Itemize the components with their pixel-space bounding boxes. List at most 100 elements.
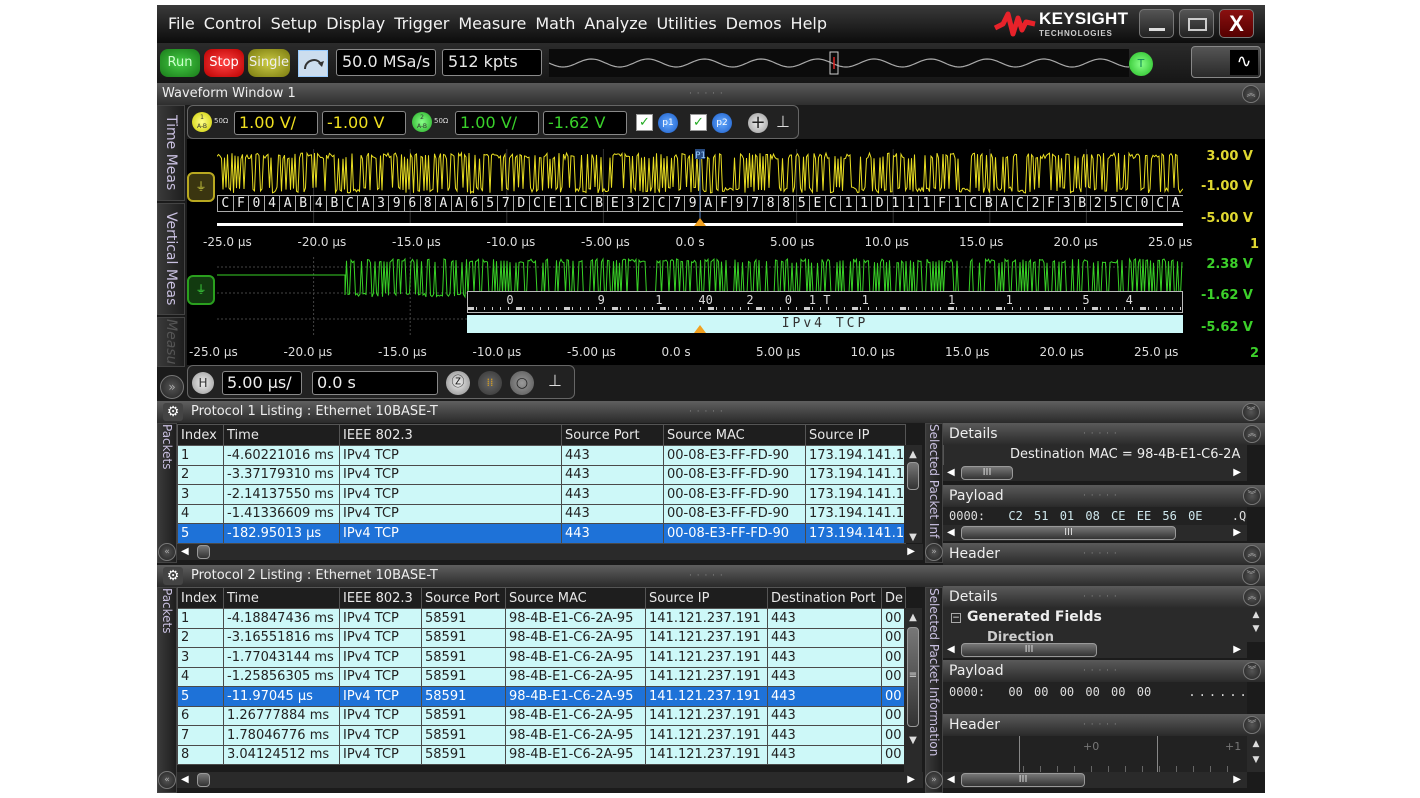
horizontal-badge[interactable]: H — [192, 372, 214, 394]
channel-2-badge[interactable]: 2 A-B — [412, 112, 432, 132]
table-row[interactable]: 2 -3.37179310 ms IPv4 TCP 443 00-08-E3-FF-FD… — [177, 464, 906, 485]
table-row[interactable]: 1 -4.18847436 ms IPv4 TCP 58591 98-4B-E1-C6-… — [177, 608, 906, 629]
channel-1-offset-field[interactable]: -1.00 V — [322, 111, 406, 135]
column-header[interactable]: IEEE 802.3 — [339, 587, 422, 609]
protocol-1-packets-tab[interactable]: Packets — [157, 423, 177, 563]
time-position-field[interactable]: 0.0 s — [312, 371, 438, 395]
menu-file[interactable]: File — [163, 5, 199, 33]
drag-grip[interactable]: · · · · · — [689, 565, 724, 587]
add-icon[interactable]: + — [748, 113, 768, 133]
p1-payload-row[interactable]: 0000: C2 51 01 08 CE EE 56 0E .Q — [943, 507, 1247, 525]
gear-icon[interactable]: ⚙ — [163, 567, 183, 585]
collapse-icon[interactable]: ︽ — [1243, 588, 1261, 606]
probe-2-badge[interactable]: p2 — [712, 113, 732, 133]
menu-demos[interactable]: Demos — [721, 5, 786, 33]
protocol-2-vscroll[interactable]: ▲ ≡ ▼ — [904, 608, 922, 772]
channel-1-scale-field[interactable]: 1.00 V/ — [234, 111, 318, 135]
p2-header-vscroll[interactable]: ▲ ▼ — [1247, 736, 1265, 772]
pin-icon[interactable]: ⊥ — [548, 371, 562, 390]
table-row[interactable]: 4 -1.25856305 ms IPv4 TCP 58591 98-4B-E1-C6-… — [177, 666, 906, 687]
column-header[interactable]: Source Port — [561, 424, 664, 446]
menu-trigger[interactable]: Trigger — [389, 5, 453, 33]
channel-2-scale-field[interactable]: 1.00 V/ — [455, 111, 539, 135]
channel-1-ground-marker[interactable]: ⏚ — [187, 172, 215, 202]
menu-control[interactable]: Control — [199, 5, 266, 33]
probe-2-checkbox[interactable]: ✓ — [690, 114, 707, 131]
menu-analyze[interactable]: Analyze — [579, 5, 651, 33]
menu-display[interactable]: Display — [321, 5, 389, 33]
p2-header-hscroll[interactable]: ◀ III ▶ — [943, 772, 1247, 788]
table-row[interactable]: 2 -3.16551816 ms IPv4 TCP 58591 98-4B-E1-C6-… — [177, 627, 906, 648]
channel-2-offset-field[interactable]: -1.62 V — [543, 111, 627, 135]
gear-icon[interactable]: ⚙ — [163, 403, 183, 421]
table-row[interactable]: 5 -182.95013 µs IPv4 TCP 443 00-08-E3-FF-FD-… — [177, 523, 906, 544]
magnifier-icon[interactable]: ○ — [510, 371, 534, 395]
column-header[interactable]: IEEE 802.3 — [339, 424, 562, 446]
minimize-button[interactable] — [1139, 9, 1174, 38]
p2-details-vscroll[interactable]: ▲ ▼ — [1247, 608, 1265, 642]
p2-details-tree[interactable]: − Generated Fields Direction — [943, 608, 1247, 642]
menu-utilities[interactable]: Utilities — [651, 5, 720, 33]
tree-collapse-icon[interactable]: − — [951, 613, 961, 623]
run-button[interactable]: Run — [160, 49, 200, 77]
expand-icon[interactable]: ︾ — [1243, 662, 1261, 680]
column-header[interactable]: Destination Port — [767, 587, 882, 609]
table-row[interactable]: 3 -2.14137550 ms IPv4 TCP 443 00-08-E3-FF-FD… — [177, 484, 906, 505]
maximize-button[interactable] — [1179, 9, 1214, 38]
column-header[interactable]: Time — [223, 587, 340, 609]
table-row[interactable]: 6 1.26777884 ms IPv4 TCP 58591 98-4B-E1-C6-2… — [177, 705, 906, 726]
p1-details-line[interactable]: Destination MAC = 98-4B-E1-C6-2A — [943, 445, 1247, 465]
table-row[interactable]: 8 3.04124512 ms IPv4 TCP 58591 98-4B-E1-C6-2… — [177, 744, 906, 765]
table-row[interactable]: 4 -1.41336609 ms IPv4 TCP 443 00-08-E3-FF-FD… — [177, 503, 906, 524]
collapse-icon[interactable]: ︽ — [1243, 545, 1261, 563]
protocol-2-hscroll[interactable]: ◀ ▶ — [177, 772, 923, 788]
expand-icon[interactable]: ︾ — [1243, 487, 1261, 505]
view-toggle-button[interactable]: ∿ — [1191, 46, 1261, 78]
column-header[interactable]: Source IP — [805, 424, 906, 446]
single-button[interactable]: Single — [248, 49, 290, 77]
protocol-1-vscroll[interactable]: ▲ ▼ — [904, 445, 922, 543]
probe-1-badge[interactable]: p1 — [658, 113, 678, 133]
time-scale-field[interactable]: 5.00 µs/ — [222, 371, 302, 395]
close-button[interactable]: X — [1219, 9, 1254, 38]
column-header[interactable]: Source MAC — [663, 424, 806, 446]
collapse-icon[interactable]: ︽ — [1243, 425, 1261, 443]
probe-1-checkbox[interactable]: ✓ — [636, 114, 653, 131]
gridlines-icon[interactable]: ⁞⁞ — [478, 371, 502, 395]
collapse-left-icon[interactable]: « — [158, 543, 176, 561]
p1-details-hscroll[interactable]: ◀ III ▶ — [943, 465, 1247, 481]
collapse-icon[interactable]: ︾ — [1242, 567, 1260, 585]
expand-info-icon[interactable]: » — [925, 771, 943, 789]
drag-grip[interactable]: · · · · · — [689, 401, 724, 423]
trigger-position-marker-2[interactable] — [694, 325, 706, 333]
collapse-info-icon[interactable]: » — [925, 543, 943, 561]
column-header[interactable]: Source IP — [645, 587, 768, 609]
column-header[interactable]: Index — [177, 424, 224, 446]
collapse-icon[interactable]: ︽ — [1242, 85, 1260, 103]
zoom-icon[interactable]: Ⓩ — [446, 371, 470, 395]
trigger-position-marker[interactable] — [694, 218, 706, 226]
stop-button[interactable]: Stop — [204, 49, 244, 77]
menu-measure[interactable]: Measure — [453, 5, 530, 33]
protocol-2-packets-tab[interactable]: Packets — [157, 587, 177, 793]
waveform-overview[interactable] — [549, 49, 1129, 77]
drag-grip[interactable]: · · · · · — [689, 83, 724, 105]
p1-payload-hscroll[interactable]: ◀ III ▶ — [943, 525, 1247, 541]
tab-vertical-meas[interactable]: Vertical Meas — [157, 203, 185, 315]
protocol-1-info-tab[interactable]: Selected Packet Inf — [925, 423, 943, 563]
tree-generated-fields[interactable]: Generated Fields — [967, 609, 1102, 625]
tree-direction[interactable]: Direction — [987, 630, 1054, 642]
expand-icon[interactable]: ︾ — [1243, 716, 1261, 734]
p2-payload-row[interactable]: 0000: 00 00 00 00 00 00 ...... — [943, 682, 1247, 714]
expand-sidebar-icon[interactable]: » — [160, 375, 184, 399]
table-row[interactable]: 3 -1.77043144 ms IPv4 TCP 58591 98-4B-E1-C6-… — [177, 647, 906, 668]
column-header[interactable]: Time — [223, 424, 340, 446]
channel-1-badge[interactable]: 1 A-B — [192, 112, 212, 132]
collapse-icon[interactable]: ︾ — [1242, 403, 1260, 421]
table-row[interactable]: 7 1.78046776 ms IPv4 TCP 58591 98-4B-E1-C6-2… — [177, 725, 906, 746]
menu-help[interactable]: Help — [786, 5, 831, 33]
p2-details-hscroll[interactable]: ◀ III ▶ — [943, 642, 1247, 658]
collapse-left-icon[interactable]: « — [158, 771, 176, 789]
table-row[interactable]: 1 -4.60221016 ms IPv4 TCP 443 00-08-E3-FF-FD… — [177, 445, 906, 466]
autoscale-button[interactable] — [298, 50, 328, 77]
